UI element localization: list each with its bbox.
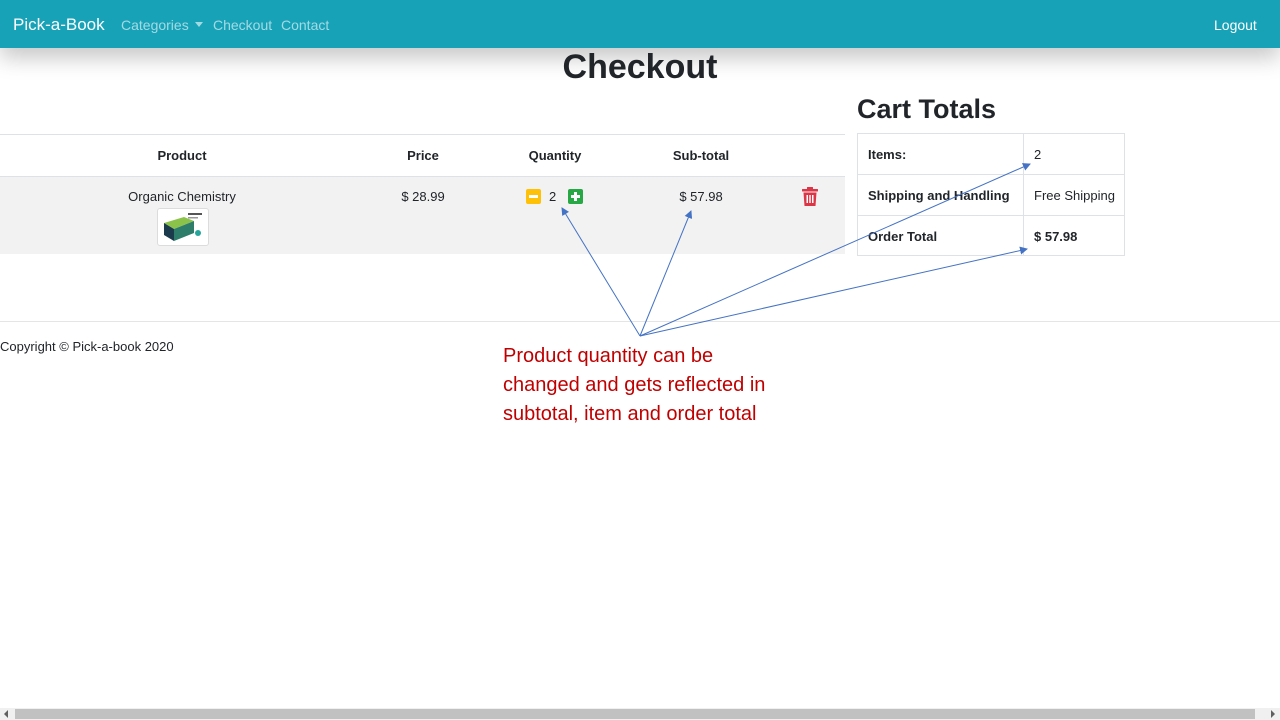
product-name[interactable]: Organic Chemistry: [128, 189, 236, 204]
annotation-text: Product quantity can be changed and gets…: [503, 345, 766, 425]
product-subtotal: $ 57.98: [679, 189, 723, 204]
logout-link[interactable]: Logout: [1214, 17, 1257, 33]
header-product: Product: [157, 148, 207, 163]
scrollbar-thumb[interactable]: [15, 709, 1255, 719]
navbar: Pick-a-Book Categories Checkout Contact …: [0, 0, 1280, 48]
cart-totals-table: Items: 2 Shipping and Handling Free Ship…: [857, 133, 1125, 256]
order-total-label: Order Total: [868, 229, 938, 244]
header-subtotal: Sub-total: [672, 148, 730, 163]
nav-categories-dropdown[interactable]: Categories: [121, 17, 203, 33]
header-price: Price: [407, 148, 439, 163]
product-thumbnail[interactable]: [157, 208, 209, 246]
arrow-to-order-total: [639, 246, 1028, 337]
horizontal-scrollbar[interactable]: [0, 708, 1280, 720]
nav-checkout-link[interactable]: Checkout: [213, 17, 272, 33]
copyright-text: Copyright © Pick-a-book 2020: [0, 339, 174, 354]
header-quantity: Quantity: [528, 148, 582, 163]
items-label: Items:: [868, 147, 907, 162]
nav-contact-link[interactable]: Contact: [281, 17, 329, 33]
totals-row-shipping: Shipping and Handling Free Shipping: [858, 174, 1124, 215]
totals-row-order-total: Order Total $ 57.98: [858, 215, 1124, 256]
footer-divider: [0, 321, 1280, 322]
scroll-right-icon[interactable]: [1271, 710, 1275, 718]
scroll-left-icon[interactable]: [4, 710, 8, 718]
minus-icon: [529, 195, 538, 198]
brand-logo[interactable]: Pick-a-Book: [13, 15, 105, 35]
decrease-quantity-button[interactable]: [526, 189, 541, 204]
increase-quantity-button[interactable]: [568, 189, 583, 204]
quantity-value: 2: [549, 189, 557, 204]
table-header: Product Price Quantity Sub-total: [0, 134, 845, 178]
order-total-value: $ 57.98: [1034, 229, 1078, 244]
totals-row-items: Items: 2: [858, 134, 1124, 174]
trash-icon[interactable]: [802, 187, 818, 206]
nav-categories-label: Categories: [121, 17, 189, 33]
caret-down-icon: [194, 22, 203, 27]
cart-totals-title: Cart Totals: [857, 94, 997, 124]
items-value: 2: [1034, 147, 1042, 162]
product-price: $ 28.99: [401, 189, 445, 204]
page-title: Checkout: [562, 48, 718, 86]
cart-table: Product Price Quantity Sub-total Organic…: [0, 134, 845, 254]
table-row: Organic Chemistry $ 28.99 2 $ 57.98: [0, 177, 845, 254]
shipping-label: Shipping and Handling: [868, 188, 1010, 203]
shipping-value: Free Shipping: [1034, 188, 1115, 203]
